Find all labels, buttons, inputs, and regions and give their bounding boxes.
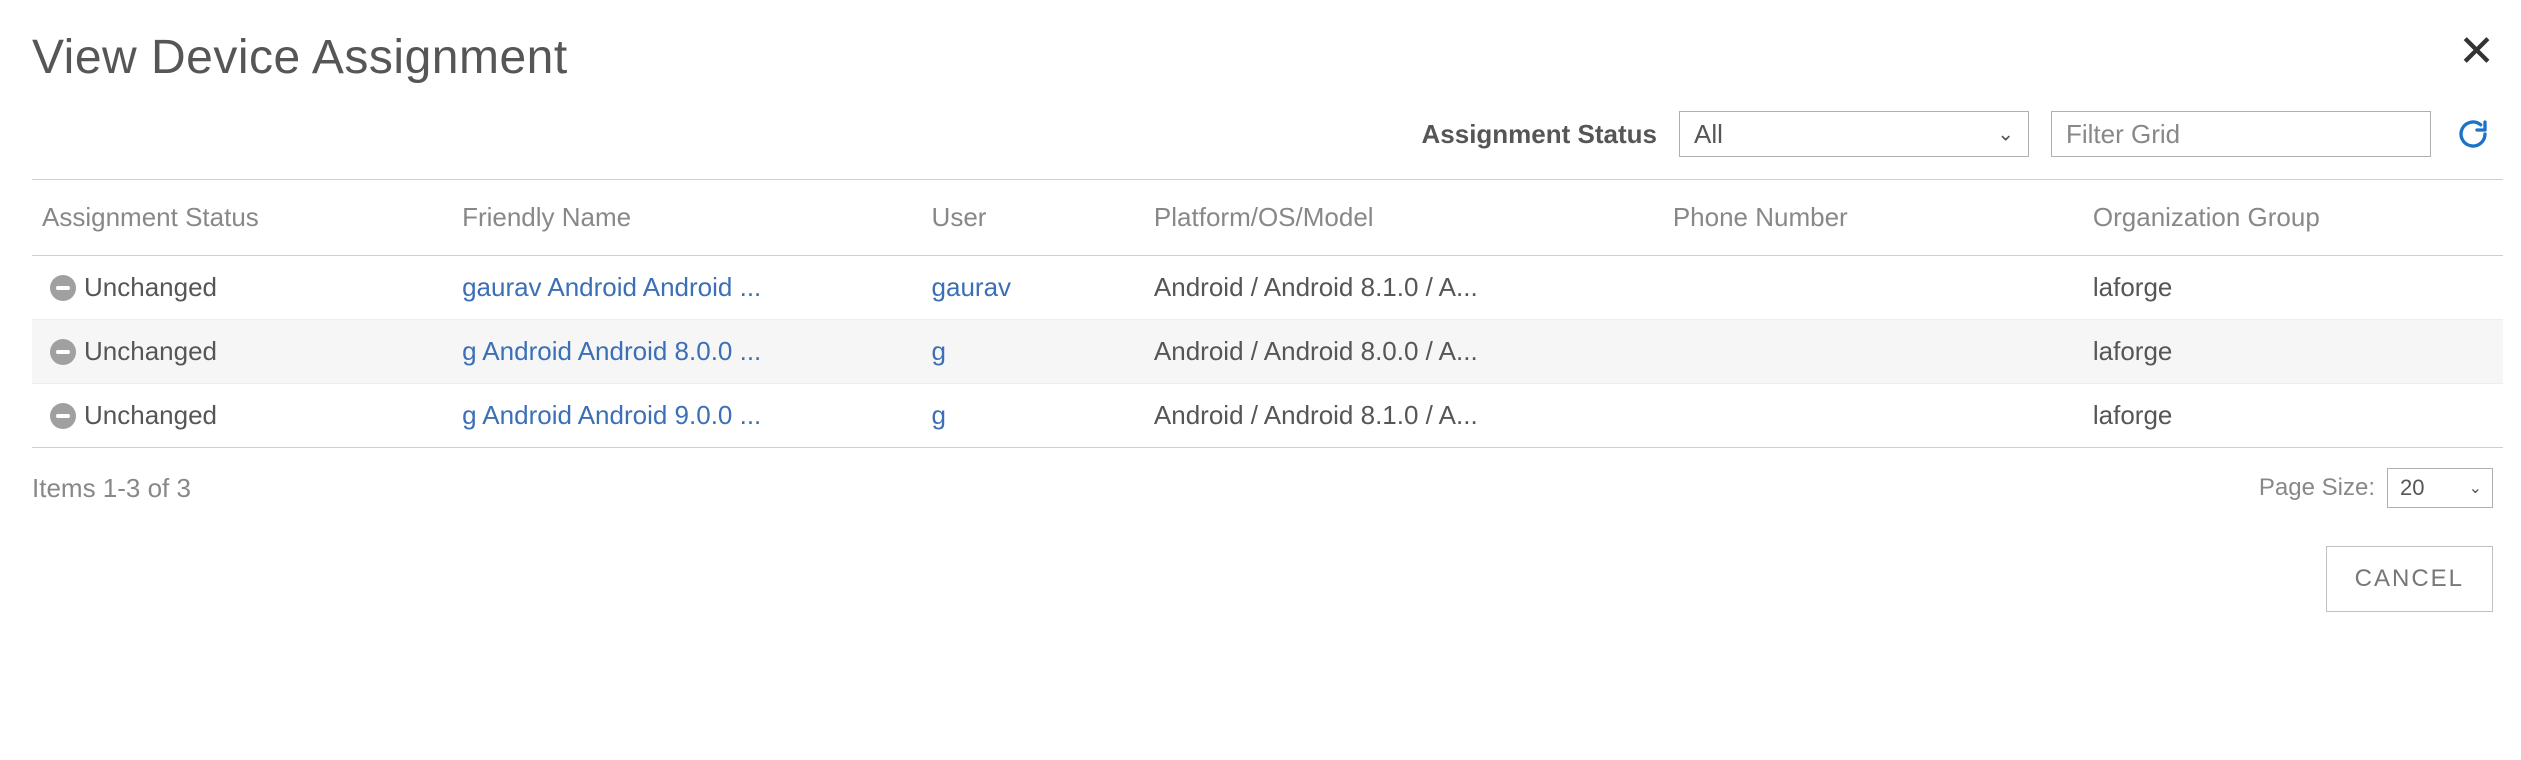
items-count: Items 1-3 of 3	[32, 473, 191, 504]
org-group-text: laforge	[2083, 256, 2503, 320]
status-text: Unchanged	[84, 272, 217, 303]
page-size-dropdown[interactable]: 20 ⌄	[2387, 468, 2493, 508]
col-header-platform[interactable]: Platform/OS/Model	[1144, 180, 1663, 256]
phone-text	[1663, 384, 2083, 448]
cancel-button[interactable]: CANCEL	[2326, 546, 2493, 612]
chevron-down-icon: ⌄	[1997, 122, 2014, 147]
col-header-phone[interactable]: Phone Number	[1663, 180, 2083, 256]
col-header-status[interactable]: Assignment Status	[32, 180, 452, 256]
phone-text	[1663, 320, 2083, 384]
friendly-name-link[interactable]: g Android Android 9.0.0 ...	[452, 384, 921, 448]
platform-text: Android / Android 8.1.0 / A...	[1144, 256, 1663, 320]
org-group-text: laforge	[2083, 320, 2503, 384]
refresh-icon[interactable]	[2453, 114, 2493, 154]
status-text: Unchanged	[84, 400, 217, 431]
user-link[interactable]: g	[922, 384, 1144, 448]
unchanged-icon	[50, 339, 76, 365]
col-header-user[interactable]: User	[922, 180, 1144, 256]
page-size-value: 20	[2400, 475, 2424, 501]
friendly-name-link[interactable]: gaurav Android Android ...	[452, 256, 921, 320]
user-link[interactable]: g	[922, 320, 1144, 384]
friendly-name-link[interactable]: g Android Android 8.0.0 ...	[452, 320, 921, 384]
page-size-label: Page Size:	[2259, 474, 2375, 502]
assignment-status-label: Assignment Status	[1422, 119, 1658, 150]
chevron-down-icon: ⌄	[2469, 478, 2482, 498]
status-text: Unchanged	[84, 336, 217, 367]
device-assignment-table: Assignment Status Friendly Name User Pla…	[32, 179, 2503, 448]
close-icon[interactable]: ✕	[2450, 30, 2503, 74]
table-header-row: Assignment Status Friendly Name User Pla…	[32, 180, 2503, 256]
col-header-friendly-name[interactable]: Friendly Name	[452, 180, 921, 256]
col-header-org-group[interactable]: Organization Group	[2083, 180, 2503, 256]
unchanged-icon	[50, 275, 76, 301]
assignment-status-dropdown[interactable]: All ⌄	[1679, 111, 2029, 157]
table-row[interactable]: Unchanged g Android Android 9.0.0 ... g …	[32, 384, 2503, 448]
platform-text: Android / Android 8.1.0 / A...	[1144, 384, 1663, 448]
phone-text	[1663, 256, 2083, 320]
filter-grid-input[interactable]	[2051, 111, 2431, 157]
org-group-text: laforge	[2083, 384, 2503, 448]
assignment-status-value: All	[1694, 119, 1723, 150]
table-row[interactable]: Unchanged gaurav Android Android ... gau…	[32, 256, 2503, 320]
unchanged-icon	[50, 403, 76, 429]
user-link[interactable]: gaurav	[922, 256, 1144, 320]
page-title: View Device Assignment	[32, 30, 568, 85]
table-row[interactable]: Unchanged g Android Android 8.0.0 ... g …	[32, 320, 2503, 384]
platform-text: Android / Android 8.0.0 / A...	[1144, 320, 1663, 384]
